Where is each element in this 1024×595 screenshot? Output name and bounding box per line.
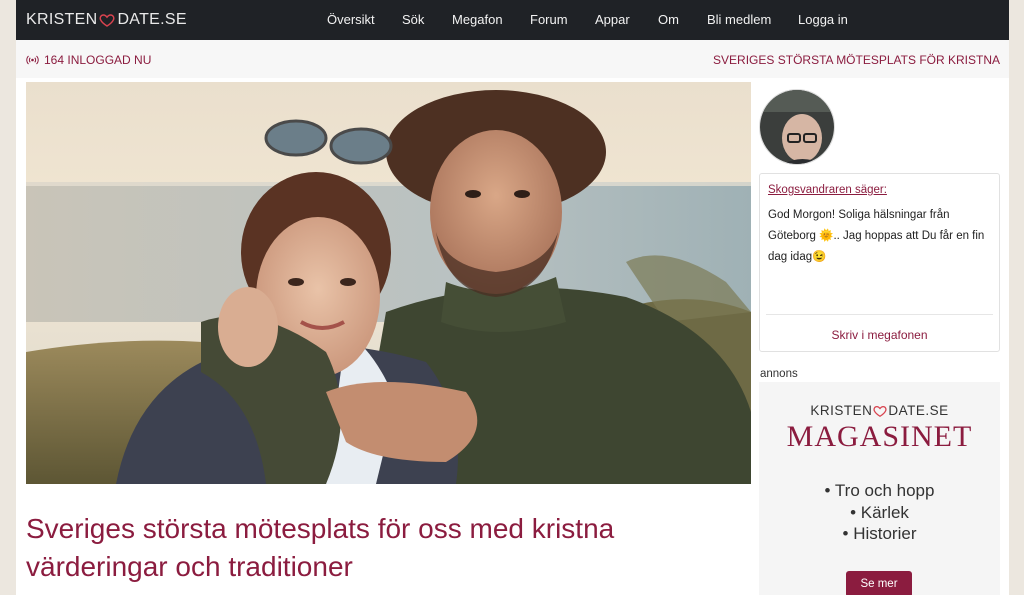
ad-banner[interactable]: KRISTEN DATE.SE MAGASINET • Tro och hopp… — [759, 382, 1000, 595]
ad-title: MAGASINET — [786, 420, 973, 453]
top-navbar: KRISTEN DATE.SE Översikt Sök Megafon For… — [16, 0, 1009, 40]
nav-bli-medlem[interactable]: Bli medlem — [707, 12, 771, 27]
megaphone-speaker-link[interactable]: Skogsvandraren säger: — [768, 184, 887, 196]
nav-sok[interactable]: Sök — [402, 12, 424, 27]
nav-megafon[interactable]: Megafon — [452, 12, 503, 27]
write-megaphone-link[interactable]: Skriv i megafonen — [760, 328, 999, 342]
avatar[interactable] — [759, 89, 835, 165]
heart-icon — [873, 405, 887, 417]
megaphone-message: God Morgon! Soliga hälsningar från Göteb… — [768, 209, 985, 263]
nav-oversikt[interactable]: Översikt — [327, 12, 375, 27]
list-item: • Kärlek — [850, 502, 909, 522]
online-count-text: 164 INLOGGAD NU — [44, 53, 152, 67]
info-bar: 164 INLOGGAD NU SVERIGES STÖRSTA MÖTESPL… — [16, 40, 1009, 78]
heart-icon — [99, 14, 115, 27]
ad-label: annons — [760, 368, 798, 380]
site-tagline: SVERIGES STÖRSTA MÖTESPLATS FÖR KRISTNA — [713, 53, 1000, 67]
logo-text-kristen: KRISTEN — [26, 11, 98, 28]
broadcast-icon — [26, 55, 39, 65]
page-frame: KRISTEN DATE.SE Översikt Sök Megafon For… — [16, 0, 1009, 595]
megaphone-bubble: Skogsvandraren säger: God Morgon! Soliga… — [759, 173, 1000, 352]
hero-photo — [26, 82, 751, 484]
ad-brand-date: DATE.SE — [888, 403, 949, 418]
page-title: Sveriges största mötesplats för oss med … — [26, 513, 615, 582]
nav-om[interactable]: Om — [658, 12, 679, 27]
see-more-button[interactable]: Se mer — [846, 571, 912, 595]
nav-appar[interactable]: Appar — [595, 12, 630, 27]
ad-brand-kristen: KRISTEN — [810, 403, 873, 418]
nav-logga-in[interactable]: Logga in — [798, 12, 848, 27]
list-item: • Tro och hopp — [824, 481, 935, 500]
nav-forum[interactable]: Forum — [530, 12, 568, 27]
ad-brand-logo: KRISTEN DATE.SE — [759, 403, 1000, 418]
ad-topic-list: • Tro och hopp • Kärlek • Historier — [759, 480, 1000, 545]
online-count[interactable]: 164 INLOGGAD NU — [26, 53, 151, 67]
list-item: • Historier — [842, 524, 917, 543]
divider — [766, 314, 993, 315]
site-logo[interactable]: KRISTEN DATE.SE — [26, 9, 187, 31]
logo-text-date: DATE.SE — [117, 11, 187, 28]
